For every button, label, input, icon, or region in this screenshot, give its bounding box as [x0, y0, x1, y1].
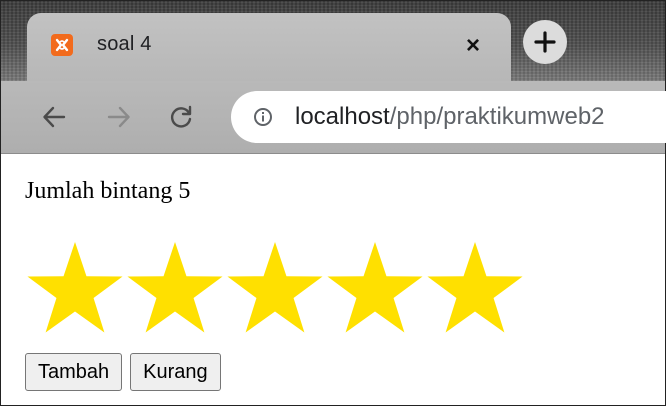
reload-button[interactable]: [166, 102, 196, 132]
arrow-right-icon: [107, 106, 130, 128]
forward-button[interactable]: [104, 102, 134, 132]
star-icon: [127, 242, 223, 333]
url-text[interactable]: localhost/php/praktikumweb2: [295, 103, 605, 131]
arrow-left-icon: [43, 106, 66, 128]
add-star-button[interactable]: Tambah: [25, 353, 123, 391]
browser-tab[interactable]: soal 4 ×: [27, 13, 511, 81]
star-icon: [427, 242, 523, 333]
star-icon: [327, 242, 423, 333]
reload-icon: [170, 105, 192, 128]
star-count-heading: Jumlah bintang 5: [25, 178, 191, 204]
browser-tab-strip: soal 4 ×: [1, 1, 665, 81]
info-icon[interactable]: [253, 107, 273, 127]
star-rating: [25, 240, 525, 342]
new-tab-button[interactable]: [523, 20, 567, 64]
close-tab-icon[interactable]: ×: [460, 32, 486, 59]
button-group: Tambah Kurang: [25, 353, 221, 391]
star-icon: [227, 242, 323, 333]
back-button[interactable]: [39, 102, 69, 132]
tab-title: soal 4: [97, 33, 152, 55]
page-content: Jumlah bintang 5 Tambah Kurang: [1, 154, 665, 405]
browser-toolbar: localhost/php/praktikumweb2: [1, 81, 666, 154]
xampp-icon: [51, 34, 73, 56]
address-bar[interactable]: localhost/php/praktikumweb2: [231, 91, 666, 143]
remove-star-button[interactable]: Kurang: [130, 353, 221, 391]
url-host: localhost: [295, 103, 390, 130]
star-icon: [27, 242, 123, 333]
plus-icon: [534, 31, 556, 53]
url-path: /php/praktikumweb2: [389, 103, 605, 130]
